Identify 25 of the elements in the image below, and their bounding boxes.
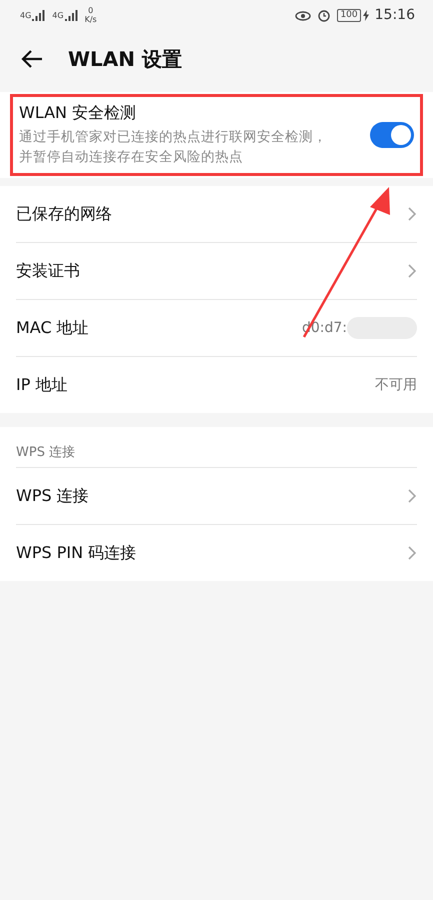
signal-icon [64,9,79,21]
chevron-icon [407,263,417,279]
network-speed: 0 K/s [84,6,97,24]
clock-time: 15:16 [374,7,415,23]
network-type: 4G [52,10,64,20]
settings-row[interactable]: 已保存的网络 [16,186,417,242]
signal-icon [32,9,46,21]
charging-icon [362,10,369,20]
chevron-icon [407,488,417,504]
section-heading: WPS 连接 [16,444,76,462]
alarm-icon [317,8,332,22]
page-title: WLAN 设置 [68,46,182,72]
chevron-icon [407,206,417,222]
row-value: 不可用 [375,376,417,394]
chevron-icon [407,545,417,561]
network-type: 4G [20,10,32,20]
settings-row[interactable]: WPS 连接 [16,467,417,524]
battery-level: 100 [337,8,361,22]
toggle-switch[interactable] [370,122,414,148]
setting-title: WLAN 安全检测 [19,103,138,124]
settings-row[interactable]: 安装证书 [16,242,417,299]
eye-icon [295,9,312,21]
settings-row[interactable]: WPS PIN 码连接 [16,524,417,581]
settings-row[interactable]: IP 地址 不可用 [16,356,417,413]
setting-description: 通过手机管家对已连接的热点进行联网安全检测，并暂停自动连接存在安全风险的热点 [19,128,328,167]
